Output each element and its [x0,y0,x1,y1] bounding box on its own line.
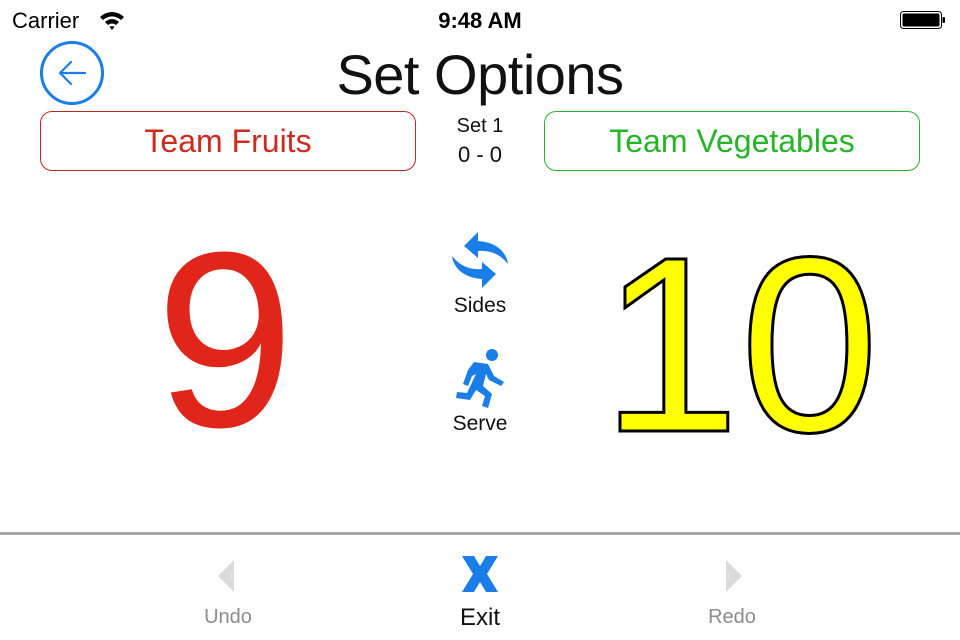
serve-button[interactable]: Serve [430,346,530,436]
status-bar: Carrier 9:48 AM [0,0,960,40]
redo-label: Redo [708,606,756,628]
x-icon [462,556,498,592]
set-label: Set 1 [456,115,504,137]
team-left-button[interactable]: Team Fruits [40,111,416,171]
team-right-button[interactable]: Team Vegetables [544,111,920,171]
triangle-right-icon [726,560,742,592]
switch-sides-button[interactable]: Sides [430,228,530,318]
team-left-score[interactable]: 9 [120,215,330,465]
set-info: Set 1 0 - 0 [430,114,530,172]
redo-button[interactable]: Redo [672,550,792,629]
exit-button[interactable]: Exit [420,550,540,632]
battery-icon [900,11,946,29]
team-right-score[interactable]: 10 [590,218,890,471]
serve-label: Serve [452,412,508,435]
clock: 9:48 AM [438,8,522,33]
sides-label: Sides [453,294,507,317]
set-score: 0 - 0 [457,142,503,167]
undo-label: Undo [204,606,252,628]
page-title: Set Options [336,43,624,106]
exit-label: Exit [459,604,500,631]
running-person-icon [456,349,504,408]
undo-button[interactable]: Undo [168,550,288,629]
triangle-left-icon [218,560,234,592]
toolbar-divider [0,532,960,535]
swap-arrows-icon [452,232,508,288]
